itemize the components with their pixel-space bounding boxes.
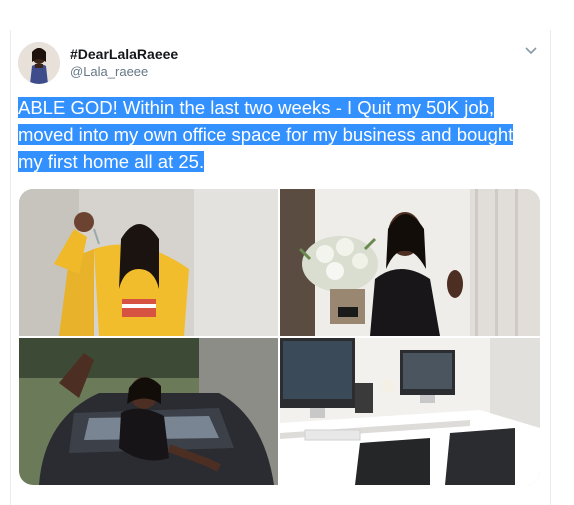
photo-keys[interactable] [19, 189, 278, 336]
photo-office[interactable] [280, 338, 540, 485]
chevron-down-icon[interactable] [522, 44, 540, 58]
photo-grid [19, 189, 540, 485]
tweet-text-content: ABLE GOD! Within the last two weeks - I … [18, 97, 514, 172]
photo-car[interactable] [19, 338, 278, 485]
user-handle[interactable]: @Lala_raeee [70, 64, 148, 79]
avatar[interactable] [18, 42, 60, 84]
photo-flowers[interactable] [280, 189, 540, 336]
display-name[interactable]: #DearLalaRaeee [70, 46, 178, 62]
tweet-text: ABLE GOD! Within the last two weeks - I … [18, 94, 543, 175]
tweet-card: #DearLalaRaeee @Lala_raeee ABLE GOD! Wit… [10, 30, 551, 505]
